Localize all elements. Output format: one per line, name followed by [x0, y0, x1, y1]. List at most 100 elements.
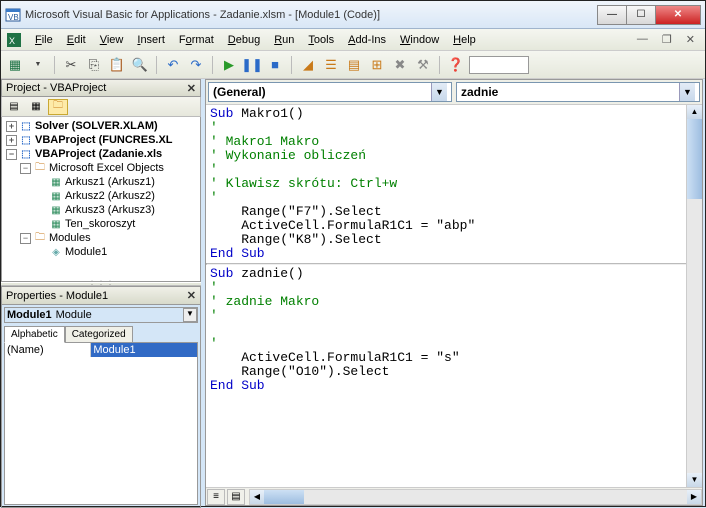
menu-run[interactable]: Run	[268, 32, 300, 48]
horizontal-scrollbar[interactable]: ◀▶	[249, 489, 702, 505]
standard-toolbar: ▦ ▼ ✂ ⎘ 📋 🔍 ↶ ↷ ▶ ❚❚ ■ ◢ ☰ ▤ ⊞ ✖ ⚒ ❓	[1, 51, 705, 79]
properties-label: Properties - Module1	[6, 290, 108, 302]
properties-close[interactable]: ✕	[187, 289, 196, 302]
tools-icon[interactable]: ⚒	[413, 55, 433, 75]
project-pane-label: Project - VBAProject	[6, 82, 106, 94]
help-icon[interactable]: ❓	[446, 55, 466, 75]
property-name: (Name)	[5, 343, 91, 357]
code-editor[interactable]: ▲▼ Sub Makro1() ' ' Makro1 Makro ' Wykon…	[206, 105, 702, 487]
code-bottom-bar: ≡ ▤ ◀▶	[206, 487, 702, 505]
project-explorer-icon[interactable]: ☰	[321, 55, 341, 75]
menu-tools[interactable]: Tools	[302, 32, 340, 48]
scroll-up-icon[interactable]: ▲	[687, 105, 702, 119]
chevron-down-icon[interactable]: ▼	[679, 83, 695, 101]
menu-help[interactable]: Help	[447, 32, 482, 48]
tree-modules[interactable]: −🗀Modules	[2, 231, 200, 245]
project-pane-close[interactable]: ✕	[187, 82, 196, 95]
maximize-button[interactable]: ☐	[626, 5, 656, 25]
tab-categorized[interactable]: Categorized	[65, 326, 133, 343]
code-window: (General)▼ zadnie▼ ▲▼ Sub Makro1() ' ' M…	[205, 79, 703, 506]
app-icon: VB	[5, 7, 21, 23]
reset-icon[interactable]: ■	[265, 55, 285, 75]
chevron-down-icon[interactable]: ▼	[431, 83, 447, 101]
menu-format[interactable]: Format	[173, 32, 220, 48]
view-object-icon[interactable]: ▦	[26, 99, 46, 115]
design-mode-icon[interactable]: ◢	[298, 55, 318, 75]
scroll-left-icon[interactable]: ◀	[250, 490, 264, 504]
menu-insert[interactable]: Insert	[131, 32, 171, 48]
cut-icon[interactable]: ✂	[61, 55, 81, 75]
dropdown-icon[interactable]: ▼	[28, 55, 48, 75]
tree-funcres[interactable]: +⬚VBAProject (FUNCRES.XL	[2, 133, 200, 147]
property-value[interactable]: Module1	[91, 343, 197, 357]
tree-arkusz2[interactable]: ▦Arkusz2 (Arkusz2)	[2, 189, 200, 203]
scroll-down-icon[interactable]: ▼	[687, 473, 702, 487]
window-titlebar: VB Microsoft Visual Basic for Applicatio…	[1, 1, 705, 29]
find-icon[interactable]: 🔍	[130, 55, 150, 75]
vertical-scrollbar[interactable]: ▲▼	[686, 105, 702, 487]
mdi-minimize[interactable]: —	[633, 33, 652, 46]
tree-thisworkbook[interactable]: ▦Ten_skoroszyt	[2, 217, 200, 231]
object-combo[interactable]: (General) ▼	[208, 82, 452, 102]
combo-arrow-icon[interactable]: ▼	[183, 308, 197, 322]
tree-arkusz1[interactable]: ▦Arkusz1 (Arkusz1)	[2, 175, 200, 189]
line-col-combo[interactable]	[469, 56, 529, 74]
scroll-thumb[interactable]	[264, 490, 304, 504]
window-title: Microsoft Visual Basic for Applications …	[25, 9, 598, 21]
menu-view[interactable]: View	[94, 32, 130, 48]
separator	[212, 56, 213, 74]
copy-icon[interactable]: ⎘	[84, 55, 104, 75]
tree-module1[interactable]: ◈Module1	[2, 245, 200, 259]
svg-text:X: X	[9, 36, 15, 46]
mdi-close[interactable]: ✕	[682, 33, 699, 46]
code-text[interactable]: Sub Makro1() ' ' Makro1 Makro ' Wykonani…	[206, 105, 702, 263]
properties-window-icon[interactable]: ▤	[344, 55, 364, 75]
procedure-combo-value: zadnie	[461, 85, 498, 99]
scroll-right-icon[interactable]: ▶	[687, 490, 701, 504]
toolbox-icon[interactable]: ✖	[390, 55, 410, 75]
excel-icon: X	[7, 33, 21, 47]
procedure-view-icon[interactable]: ≡	[207, 489, 225, 505]
properties-grid[interactable]: (Name) Module1	[4, 342, 198, 505]
project-tree[interactable]: +⬚Solver (SOLVER.XLAM) +⬚VBAProject (FUN…	[1, 117, 201, 282]
close-button[interactable]: ✕	[655, 5, 701, 25]
separator	[439, 56, 440, 74]
menu-debug[interactable]: Debug	[222, 32, 266, 48]
property-row[interactable]: (Name) Module1	[5, 343, 197, 357]
menubar: X FFileile Edit View Insert Format Debug…	[1, 29, 705, 51]
procedure-combo[interactable]: zadnie ▼	[456, 82, 700, 102]
paste-icon[interactable]: 📋	[107, 55, 127, 75]
full-module-view-icon[interactable]: ▤	[227, 489, 245, 505]
scroll-thumb[interactable]	[687, 119, 702, 199]
code-text[interactable]: Sub zadnie() ' ' zadnie Makro ' ' Active…	[206, 265, 702, 395]
view-excel-icon[interactable]: ▦	[5, 55, 25, 75]
project-toolbar: ▤ ▦ 🗀	[1, 97, 201, 117]
redo-icon[interactable]: ↷	[186, 55, 206, 75]
menu-file[interactable]: FFileile	[29, 32, 59, 48]
tree-arkusz3[interactable]: ▦Arkusz3 (Arkusz3)	[2, 203, 200, 217]
properties-title: Properties - Module1 ✕	[2, 287, 200, 305]
minimize-button[interactable]: —	[597, 5, 627, 25]
tree-solver[interactable]: +⬚Solver (SOLVER.XLAM)	[2, 119, 200, 133]
menu-addins[interactable]: Add-Ins	[342, 32, 392, 48]
menu-edit[interactable]: Edit	[61, 32, 92, 48]
tab-alphabetic[interactable]: Alphabetic	[4, 326, 65, 343]
mdi-restore[interactable]: ❐	[658, 33, 676, 46]
separator	[54, 56, 55, 74]
break-icon[interactable]: ❚❚	[242, 55, 262, 75]
separator	[156, 56, 157, 74]
properties-object-combo[interactable]: Module1 Module ▼	[4, 307, 198, 323]
properties-pane: Properties - Module1 ✕ Module1 Module ▼ …	[1, 286, 201, 508]
menu-window[interactable]: Window	[394, 32, 445, 48]
toggle-folders-icon[interactable]: 🗀	[48, 99, 68, 115]
object-browser-icon[interactable]: ⊞	[367, 55, 387, 75]
project-pane-title: Project - VBAProject ✕	[1, 79, 201, 97]
run-icon[interactable]: ▶	[219, 55, 239, 75]
view-code-icon[interactable]: ▤	[4, 99, 24, 115]
tree-zadanie[interactable]: −⬚VBAProject (Zadanie.xls	[2, 147, 200, 161]
properties-obj-name: Module1	[5, 308, 54, 322]
tree-excel-objects[interactable]: −🗀Microsoft Excel Objects	[2, 161, 200, 175]
undo-icon[interactable]: ↶	[163, 55, 183, 75]
object-combo-value: (General)	[213, 85, 266, 99]
separator	[291, 56, 292, 74]
